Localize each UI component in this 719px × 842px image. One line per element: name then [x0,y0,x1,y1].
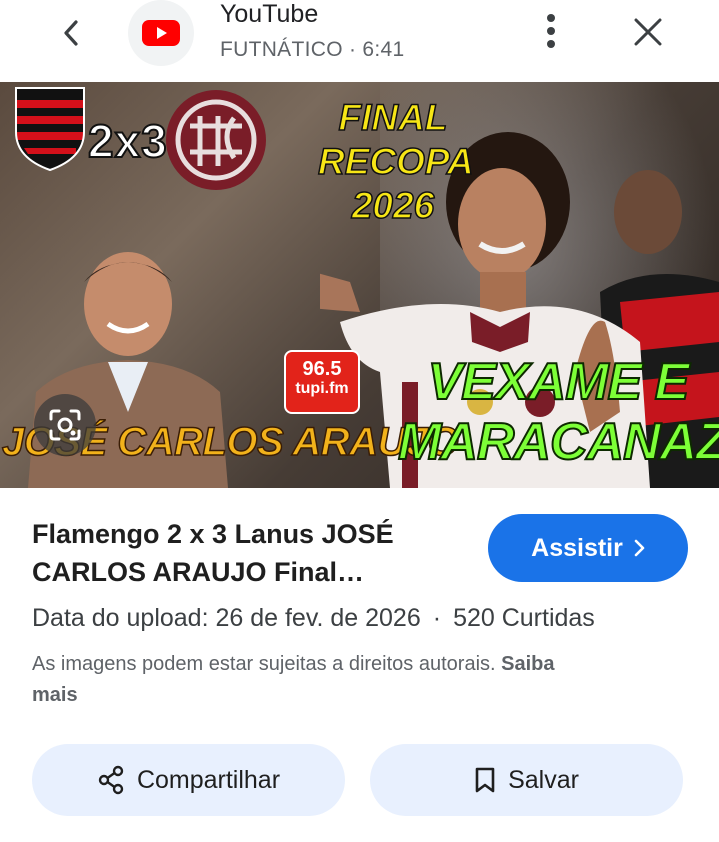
upload-date: Data do upload: 26 de fev. de 2026 [32,604,421,632]
headline-text: VEXAME E MARACANAZO [397,352,719,472]
copyright-notice: As imagens podem estar sujeitas a direit… [32,653,555,706]
more-vert-icon [547,14,555,48]
close-icon [634,18,662,46]
back-button[interactable] [50,12,92,54]
separator-dot: · [432,604,442,632]
lanus-crest [166,90,266,190]
more-options-button[interactable] [530,10,572,52]
chevron-right-icon [634,539,645,557]
save-button[interactable]: Salvar [370,744,683,816]
score-text: 2x3 [87,114,168,168]
bookmark-icon [475,767,495,793]
final-recopa-text: FINAL RECOPA 2026 [317,96,474,227]
google-lens-button[interactable] [34,394,96,456]
watch-button[interactable]: Assistir [488,514,688,582]
close-button[interactable] [626,10,670,54]
video-title[interactable]: Flamengo 2 x 3 Lanus JOSÉ CARLOS ARAUJO … [32,515,452,591]
source-logo[interactable] [128,0,194,66]
save-label: Salvar [508,765,579,794]
source-name: YouTube [220,0,319,28]
channel-duration: FUTNÁTICO · 6:41 [220,38,405,61]
google-lens-icon [49,409,81,441]
learn-more-link-cont[interactable]: mais [32,684,78,706]
flamengo-crest [15,87,85,172]
watch-label: Assistir [531,533,623,562]
top-bar: YouTube FUTNÁTICO · 6:41 [0,0,719,82]
share-icon [98,765,124,795]
radio-logo: 96.5 tupi.fm [284,350,360,414]
share-button[interactable]: Compartilhar [32,744,345,816]
learn-more-link[interactable]: Saiba [501,653,554,675]
likes-count: 520 Curtidas [453,604,595,632]
video-meta: Data do upload: 26 de fev. de 2026 · 520 C… [32,604,595,633]
share-label: Compartilhar [136,765,281,794]
youtube-logo-icon [142,20,180,46]
video-thumbnail[interactable]: 2x3 FINAL RECOPA 2026 96.5 tupi.fm JOSÉ … [0,82,719,488]
chevron-left-icon [64,20,78,46]
